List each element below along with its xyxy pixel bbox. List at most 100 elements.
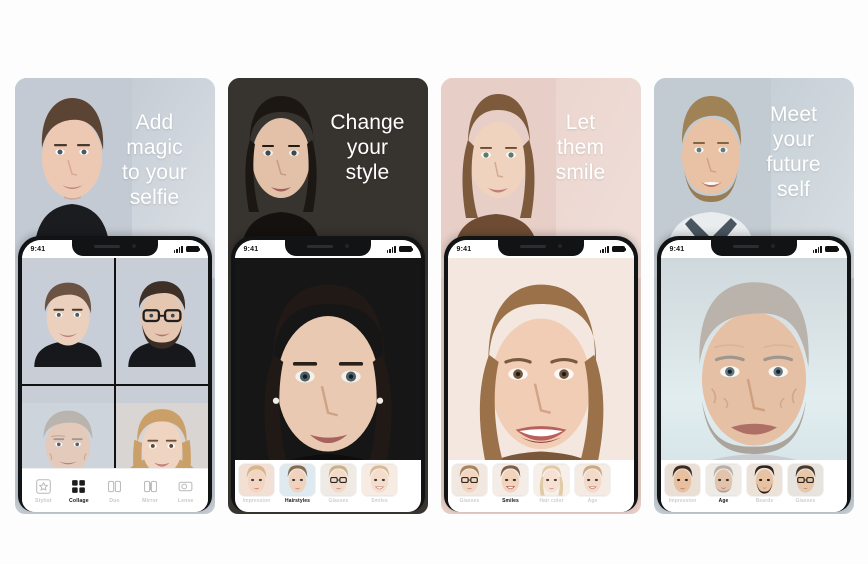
thumb-face — [239, 464, 274, 496]
panel-headline: Change your style — [316, 110, 420, 185]
star-square-icon — [35, 478, 51, 494]
speaker-icon — [306, 244, 333, 248]
status-indicators — [812, 245, 839, 253]
phone-screen: 9:41 — [234, 240, 421, 512]
tab-duo[interactable]: Duo — [97, 478, 131, 504]
face-young-male — [21, 275, 114, 367]
headline-line: smile — [555, 161, 606, 184]
thumb-image — [321, 464, 356, 496]
signal-icon — [173, 245, 183, 253]
thumb-beards[interactable]: Beards — [747, 464, 783, 504]
screenshot-stage: Add magic to your selfie 9:41 Stylist Co… — [0, 0, 868, 564]
speaker-icon — [519, 244, 546, 248]
tab-stylist[interactable]: Stylist — [26, 478, 60, 504]
thumb-face — [706, 464, 741, 496]
thumb-face — [747, 464, 782, 496]
phone-mockup: 9:41 — [656, 236, 851, 512]
thumb-label: Age — [587, 498, 598, 504]
camera-icon — [770, 244, 775, 248]
thumb-glasses[interactable]: Glasses — [788, 464, 824, 504]
panel-row: Add magic to your selfie 9:41 Stylist Co… — [0, 78, 868, 514]
panel-let-them-smile[interactable]: Let them smile 9:41 Glasses Smiles Hair … — [440, 78, 641, 514]
collage-cell[interactable] — [115, 258, 208, 384]
headline-line: self — [776, 178, 811, 201]
phone-screen: 9:41 — [447, 240, 634, 512]
app-body: Impression — [660, 258, 847, 512]
status-time: 9:41 — [243, 245, 259, 253]
thumb-smiles[interactable]: Smiles — [362, 464, 398, 504]
status-time: 9:41 — [30, 245, 46, 253]
thumb-image — [788, 464, 823, 496]
thumb-glasses[interactable]: Glasses — [452, 464, 488, 504]
tab-collage[interactable]: Collage — [62, 478, 96, 504]
signal-icon — [599, 245, 609, 253]
battery-icon — [185, 245, 200, 253]
thumb-age[interactable]: Age — [706, 464, 742, 504]
mirror-icon — [143, 480, 157, 492]
thumb-label: Glasses — [328, 498, 349, 504]
thumb-smiles[interactable]: Smiles — [493, 464, 529, 504]
thumb-image — [534, 464, 569, 496]
headline-line: your — [772, 128, 815, 151]
effects-thumb-bar[interactable]: Glasses Smiles Hair color Age — [447, 460, 634, 512]
thumb-glasses[interactable]: Glasses — [321, 464, 357, 504]
tab-label: Mirror — [142, 497, 159, 504]
signal-icon — [386, 245, 396, 253]
thumb-image — [239, 464, 274, 496]
thumb-label: Age — [718, 498, 729, 504]
thumb-label: Smiles — [371, 498, 388, 504]
lens-icon — [178, 481, 193, 491]
camera-icon — [557, 244, 562, 248]
status-bar: 9:41 — [21, 240, 208, 258]
thumb-label: Beards — [755, 498, 774, 504]
thumb-hairstyles[interactable]: Hairstyles — [280, 464, 316, 504]
panel-headline: Let them smile — [529, 110, 633, 185]
face-bearded-glasses — [115, 275, 208, 367]
status-indicators — [173, 245, 200, 253]
status-indicators — [386, 245, 413, 253]
thumb-age[interactable]: Age — [575, 464, 611, 504]
camera-icon — [344, 244, 349, 248]
phone-mockup: 9:41 — [443, 236, 638, 512]
status-time: 9:41 — [669, 245, 685, 253]
tab-mirror[interactable]: Mirror — [133, 478, 167, 504]
notch — [71, 240, 158, 256]
thumb-impression[interactable]: Impression — [665, 464, 701, 504]
headline-line: style — [345, 161, 390, 184]
effects-thumb-bar[interactable]: Impression — [234, 460, 421, 512]
thumb-face — [493, 464, 528, 496]
notch — [284, 240, 371, 256]
tab-lense[interactable]: Lense — [169, 478, 203, 504]
app-body: Stylist Collage Duo Mirror Lense — [21, 258, 208, 512]
panel-headline: Meet your future self — [742, 102, 846, 202]
thumb-hair-color[interactable]: Hair color — [534, 464, 570, 504]
tab-label: Stylist — [34, 497, 52, 504]
tab-bar[interactable]: Stylist Collage Duo Mirror Lense — [21, 468, 208, 512]
panel-add-magic[interactable]: Add magic to your selfie 9:41 Stylist Co… — [14, 78, 215, 514]
headline-line: your — [346, 136, 389, 159]
thumb-label: Glasses — [795, 498, 816, 504]
thumb-image — [493, 464, 528, 496]
app-body: Impression — [234, 258, 421, 512]
thumb-face — [534, 464, 569, 496]
thumb-label: Hair color — [539, 498, 564, 504]
headline-line: future — [766, 153, 821, 176]
status-bar: 9:41 — [660, 240, 847, 258]
effects-thumb-bar[interactable]: Impression — [660, 460, 847, 512]
status-bar: 9:41 — [234, 240, 421, 258]
panel-headline: Add magic to your selfie — [103, 110, 207, 210]
collage-cell[interactable] — [21, 258, 114, 384]
panel-meet-future-self[interactable]: Meet your future self 9:41 Impression Ag… — [653, 78, 854, 514]
tab-label: Collage — [68, 497, 89, 504]
thumb-impression[interactable]: Impression — [239, 464, 275, 504]
headline-line: Add — [135, 111, 174, 134]
camera-icon — [131, 244, 136, 248]
headline-line: Change — [330, 111, 405, 134]
thumb-face — [452, 464, 487, 496]
thumb-face — [280, 464, 315, 496]
thumb-label: Smiles — [502, 498, 519, 504]
headline-line: them — [556, 136, 605, 159]
panel-change-style[interactable]: Change your style 9:41 Impression Hairst… — [227, 78, 428, 514]
thumb-image — [747, 464, 782, 496]
headline-line: Let — [565, 111, 596, 134]
